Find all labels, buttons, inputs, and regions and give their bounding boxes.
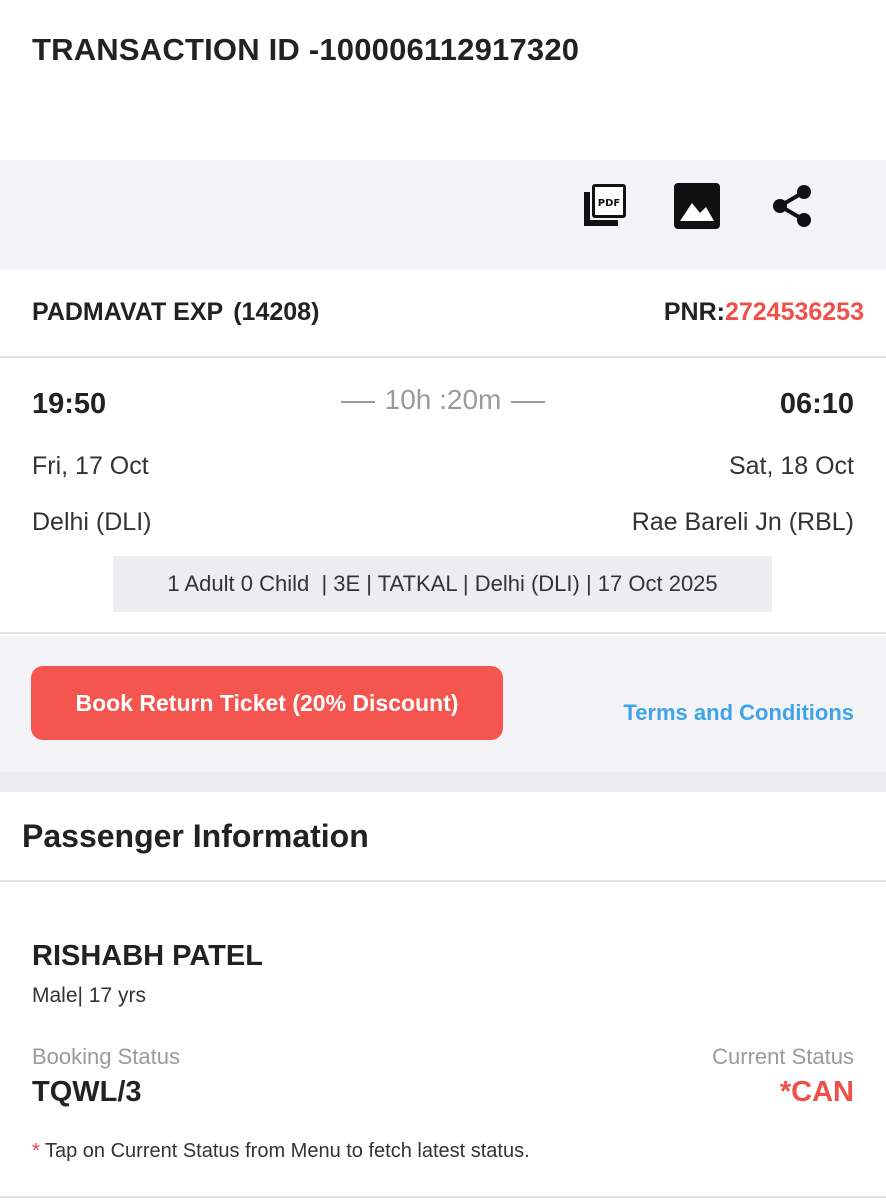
ticket-action-bar: PDF (0, 160, 886, 270)
image-icon[interactable] (669, 178, 725, 234)
passenger-card: RISHABH PATEL Male| 17 yrs Booking Statu… (0, 884, 886, 1200)
passenger-section-header: Passenger Information (0, 792, 886, 882)
pdf-icon[interactable]: PDF (576, 178, 632, 234)
train-info-row: PADMAVAT EXP (14208) PNR:2724536253 (0, 270, 886, 358)
passenger-meta: Male| 17 yrs (32, 984, 146, 1007)
bottom-divider (0, 1196, 886, 1198)
transaction-id-title: TRANSACTION ID -100006112917320 (32, 32, 580, 67)
arrival-date: Sat, 18 Oct (728, 452, 854, 480)
current-status-label: Current Status (712, 1044, 854, 1069)
current-status-value[interactable]: *CAN (780, 1076, 854, 1109)
train-name-text: PADMAVAT EXP (32, 298, 224, 326)
arrival-time: 06:10 (779, 388, 854, 420)
train-number: (14208) (233, 298, 320, 326)
duration-text: 10h :20m (384, 384, 502, 415)
booking-status-value: TQWL/3 (32, 1076, 142, 1108)
journey-details: 19:50 10h :20m 06:10 Fri, 17 Oct Sat, 18… (0, 360, 886, 634)
note-asterisk: * (32, 1140, 40, 1162)
departure-station: Delhi (DLI) (32, 508, 152, 536)
departure-date: Fri, 17 Oct (32, 452, 149, 480)
journey-duration: 10h :20m (0, 384, 886, 416)
transaction-header: TRANSACTION ID -100006112917320 (0, 0, 886, 160)
duration-dash-left (340, 400, 375, 403)
passenger-name: RISHABH PATEL (32, 940, 263, 972)
booking-actions: Book Return Ticket (20% Discount) Terms … (0, 636, 886, 772)
pnr-value: 2724536253 (724, 298, 864, 326)
booking-summary: 1 Adult 0 Child | 3E | TATKAL | Delhi (D… (113, 556, 772, 612)
booking-status-label: Booking Status (32, 1044, 180, 1069)
train-name: PADMAVAT EXP (14208) (32, 298, 319, 327)
arrival-station: Rae Bareli Jn (RBL) (631, 508, 854, 536)
book-return-ticket-button[interactable]: Book Return Ticket (20% Discount) (31, 666, 503, 740)
status-note: * Tap on Current Status from Menu to fet… (32, 1140, 530, 1163)
pnr: PNR:2724536253 (664, 298, 864, 327)
svg-text:PDF: PDF (598, 198, 620, 209)
note-text: Tap on Current Status from Menu to fetch… (39, 1140, 530, 1162)
share-icon[interactable] (764, 178, 820, 234)
section-divider (0, 772, 886, 792)
pnr-label: PNR: (663, 298, 725, 326)
passenger-section-title: Passenger Information (22, 818, 369, 854)
terms-and-conditions-link[interactable]: Terms and Conditions (623, 700, 854, 726)
duration-dash-right (511, 400, 546, 403)
